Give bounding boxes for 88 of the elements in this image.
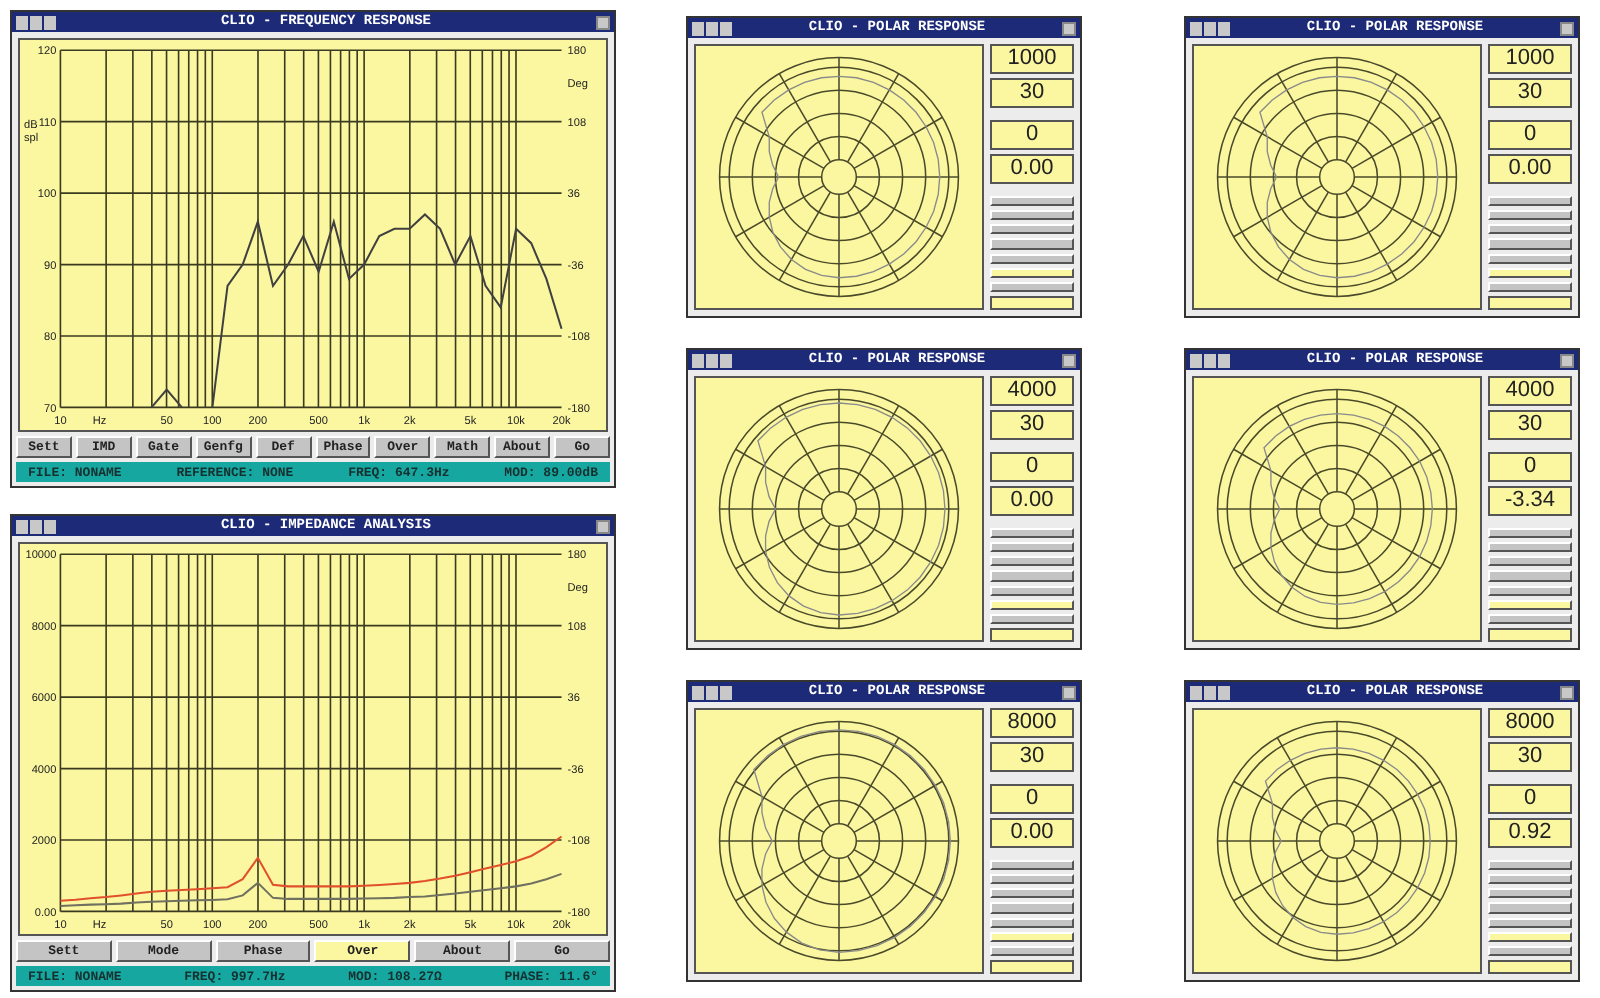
- panel-button[interactable]: [1488, 945, 1572, 956]
- panel-button[interactable]: [1488, 888, 1572, 899]
- panel-button[interactable]: [990, 888, 1074, 899]
- window-controls-icon[interactable]: [1190, 685, 1230, 699]
- value-display: 1000: [990, 44, 1074, 74]
- panel-button[interactable]: [990, 196, 1074, 207]
- panel-button[interactable]: [1488, 570, 1572, 581]
- panel-button[interactable]: [990, 528, 1074, 539]
- panel-button[interactable]: [990, 267, 1074, 278]
- value-display: 0: [1488, 784, 1572, 815]
- panel-button[interactable]: [1488, 281, 1572, 292]
- panel-button[interactable]: [1488, 267, 1572, 278]
- value-display: 4000: [990, 376, 1074, 406]
- window-controls-icon[interactable]: [692, 353, 732, 367]
- close-button[interactable]: [1560, 353, 1574, 367]
- close-button[interactable]: [1560, 685, 1574, 699]
- panel-button[interactable]: [1488, 253, 1572, 264]
- panel-button[interactable]: [1488, 874, 1572, 885]
- panel-button[interactable]: [990, 281, 1074, 292]
- file-field: [1488, 627, 1572, 642]
- file-field: [990, 627, 1074, 642]
- panel-button[interactable]: [990, 917, 1074, 928]
- panel-button[interactable]: [990, 931, 1074, 942]
- value-display: 0: [1488, 452, 1572, 483]
- value-display: 4000: [1488, 376, 1572, 406]
- panel-button[interactable]: [1488, 902, 1572, 913]
- panel-button[interactable]: [1488, 542, 1572, 553]
- window-controls-icon[interactable]: [1190, 353, 1230, 367]
- panel-button[interactable]: [990, 613, 1074, 624]
- value-display: 1000: [1488, 44, 1572, 74]
- close-button[interactable]: [1560, 21, 1574, 35]
- panel-button[interactable]: [1488, 585, 1572, 596]
- panel-button[interactable]: [1488, 860, 1572, 871]
- close-button[interactable]: [1062, 353, 1076, 367]
- panel-button[interactable]: [990, 585, 1074, 596]
- window-controls-icon[interactable]: [16, 15, 56, 29]
- value-display: 8000: [1488, 708, 1572, 738]
- panel-button[interactable]: [1488, 931, 1572, 942]
- file-field: [990, 959, 1074, 974]
- window-controls-icon[interactable]: [1190, 21, 1230, 35]
- panel-button[interactable]: [990, 874, 1074, 885]
- panel-button[interactable]: [1488, 613, 1572, 624]
- file-field: [1488, 959, 1572, 974]
- value-display: 0.92: [1488, 818, 1572, 849]
- value-display: 0.00: [990, 154, 1074, 185]
- close-button[interactable]: [1062, 21, 1076, 35]
- value-display: 30: [1488, 78, 1572, 108]
- window-controls-icon[interactable]: [692, 21, 732, 35]
- panel-button[interactable]: [1488, 238, 1572, 249]
- close-button[interactable]: [596, 15, 610, 29]
- value-display: -3.34: [1488, 486, 1572, 517]
- panel-button[interactable]: [1488, 196, 1572, 207]
- panel-button[interactable]: [990, 210, 1074, 221]
- value-display: 0: [1488, 120, 1572, 151]
- panel-button[interactable]: [990, 599, 1074, 610]
- value-display: 30: [1488, 410, 1572, 440]
- panel-button[interactable]: [990, 224, 1074, 235]
- value-display: 0: [990, 120, 1074, 151]
- panel-button[interactable]: [1488, 224, 1572, 235]
- panel-button[interactable]: [1488, 210, 1572, 221]
- panel-button[interactable]: [990, 570, 1074, 581]
- file-field: [990, 295, 1074, 310]
- value-display: 30: [990, 78, 1074, 108]
- panel-button[interactable]: [1488, 599, 1572, 610]
- close-button[interactable]: [1062, 685, 1076, 699]
- file-field: [1488, 295, 1572, 310]
- panel-button[interactable]: [1488, 917, 1572, 928]
- panel-button[interactable]: [990, 945, 1074, 956]
- window-controls-icon[interactable]: [692, 685, 732, 699]
- panel-button[interactable]: [990, 556, 1074, 567]
- close-button[interactable]: [596, 519, 610, 533]
- value-display: 0.00: [1488, 154, 1572, 185]
- value-display: 0: [990, 784, 1074, 815]
- window-controls-icon[interactable]: [16, 519, 56, 533]
- panel-button[interactable]: [1488, 528, 1572, 539]
- panel-button[interactable]: [990, 860, 1074, 871]
- panel-button[interactable]: [990, 238, 1074, 249]
- panel-button[interactable]: [990, 542, 1074, 553]
- value-display: 30: [990, 742, 1074, 772]
- value-display: 30: [1488, 742, 1572, 772]
- value-display: 0: [990, 452, 1074, 483]
- value-display: 30: [990, 410, 1074, 440]
- value-display: 0.00: [990, 486, 1074, 517]
- value-display: 0.00: [990, 818, 1074, 849]
- panel-button[interactable]: [990, 253, 1074, 264]
- panel-button[interactable]: [1488, 556, 1572, 567]
- value-display: 8000: [990, 708, 1074, 738]
- panel-button[interactable]: [990, 902, 1074, 913]
